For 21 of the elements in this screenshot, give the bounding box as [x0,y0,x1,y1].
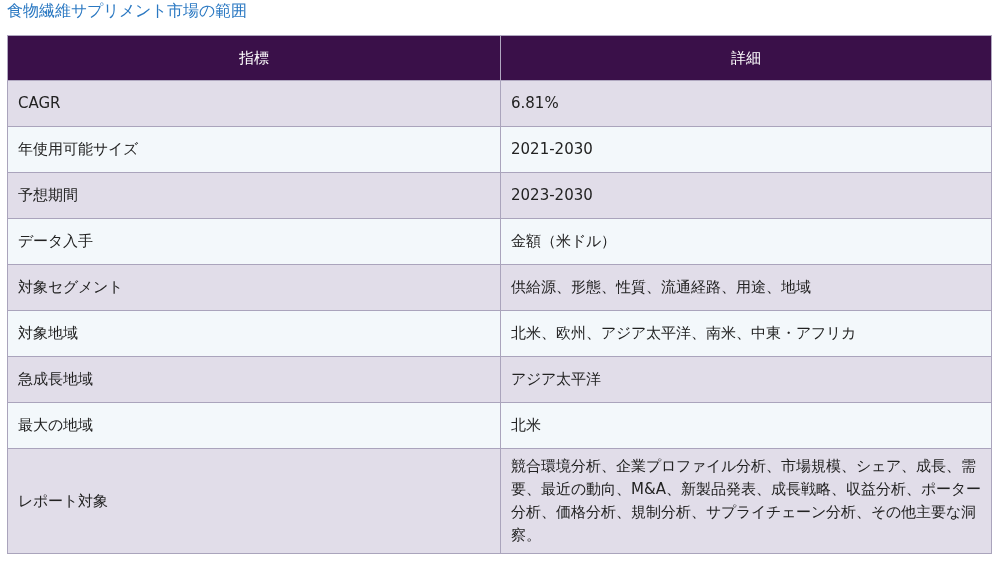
table-cell: 6.81% [500,80,992,127]
table-cell: 対象地域 [7,310,501,357]
table-cell: 予想期間 [7,172,501,219]
section-title: 食物繊維サプリメント市場の範囲 [7,0,248,22]
table-cell: CAGR [7,80,501,127]
table-cell: 年使用可能サイズ [7,126,501,173]
table-cell: 北米、欧州、アジア太平洋、南米、中東・アフリカ [500,310,992,357]
table-cell: 急成長地域 [7,356,501,403]
column-header: 詳細 [500,35,992,81]
table-cell: 北米 [500,402,992,449]
table-cell: レポート対象 [7,448,501,554]
table-cell: 2021-2030 [500,126,992,173]
column-header: 指標 [7,35,501,81]
table-cell: 競合環境分析、企業プロファイル分析、市場規模、シェア、成長、需要、最近の動向、M&A、新製品発表、成長戦略、収益分析、ポーター分析、価格分析、規制分析、サプライチェーン分析、その他主要な洞察。 [500,448,992,554]
table-cell: 2023-2030 [500,172,992,219]
table-cell: 最大の地域 [7,402,501,449]
table-cell: 金額（米ドル） [500,218,992,265]
table-cell: 供給源、形態、性質、流通経路、用途、地域 [500,264,992,311]
table-cell: 対象セグメント [7,264,501,311]
table-cell: データ入手 [7,218,501,265]
table-cell: アジア太平洋 [500,356,992,403]
